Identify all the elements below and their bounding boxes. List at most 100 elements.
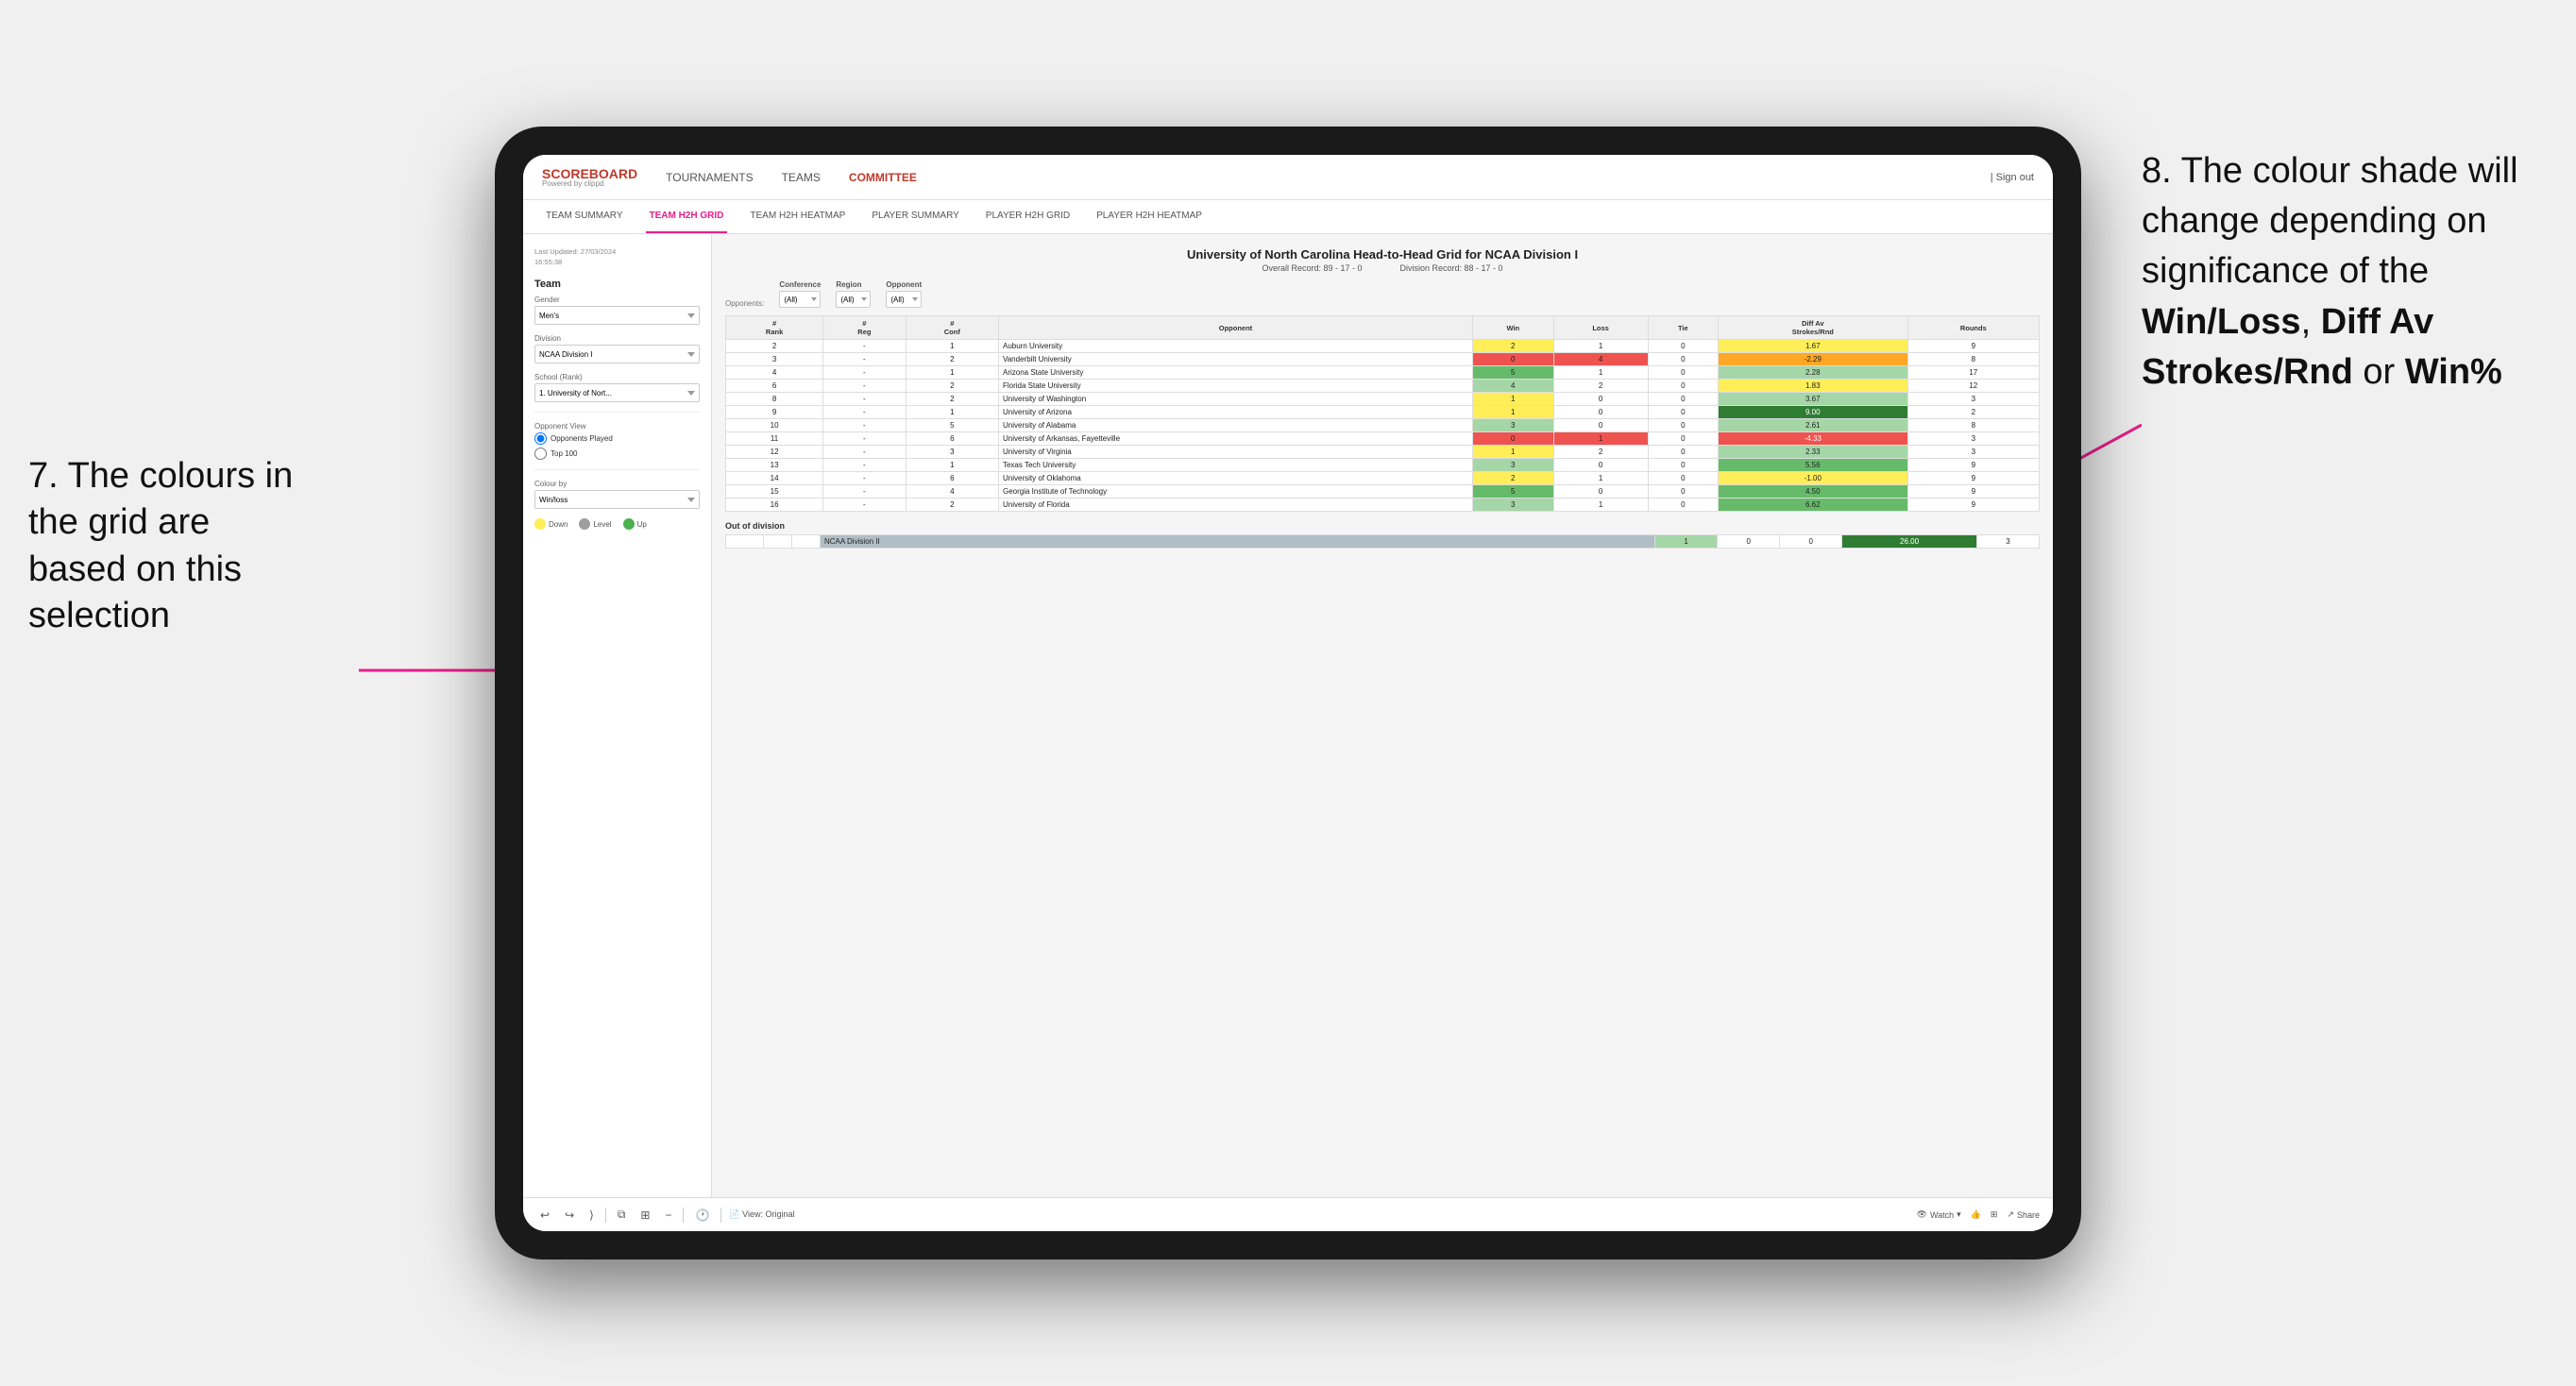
ood-rounds: 3 xyxy=(1976,535,2039,549)
nav-item-tournaments[interactable]: TOURNAMENTS xyxy=(666,171,753,184)
cell-loss: 0 xyxy=(1553,393,1648,406)
cell-rounds: 9 xyxy=(1907,485,2039,499)
share-btn[interactable]: ↗ Share xyxy=(2007,1209,2040,1220)
legend-level: Level xyxy=(579,518,611,530)
cell-tie: 0 xyxy=(1648,419,1718,432)
divider-2 xyxy=(534,469,700,470)
redo-btn[interactable]: ↪ xyxy=(561,1207,578,1224)
team-section-title: Team xyxy=(534,279,700,290)
cell-rounds: 9 xyxy=(1907,459,2039,472)
sub-nav-player-summary[interactable]: PLAYER SUMMARY xyxy=(868,200,962,233)
cell-rank: 9 xyxy=(726,406,823,419)
table-row: 12 - 3 University of Virginia 1 2 0 2.33… xyxy=(726,446,2040,459)
sign-out-link[interactable]: | Sign out xyxy=(1991,172,2034,183)
cell-rank: 6 xyxy=(726,380,823,393)
conference-select[interactable]: (All) xyxy=(779,291,821,308)
cell-rounds: 8 xyxy=(1907,353,2039,366)
conference-filter: Conference (All) xyxy=(779,280,821,308)
cell-rank: 14 xyxy=(726,472,823,485)
view-label: 📄 View: Original xyxy=(729,1209,794,1220)
copy-btn[interactable]: ⧉ xyxy=(614,1206,630,1224)
cell-rounds: 3 xyxy=(1907,446,2039,459)
sub-nav-team-summary[interactable]: TEAM SUMMARY xyxy=(542,200,627,233)
cell-conf: 1 xyxy=(906,459,998,472)
nav-item-teams[interactable]: TEAMS xyxy=(782,171,821,184)
cell-loss: 2 xyxy=(1553,380,1648,393)
cell-diff: 1.67 xyxy=(1718,340,1907,353)
region-select[interactable]: (All) xyxy=(836,291,871,308)
opponent-select[interactable]: (All) xyxy=(886,291,922,308)
colour-by-select[interactable]: Win/loss xyxy=(534,490,700,509)
nav-bar: SCOREBOARD Powered by clippd TOURNAMENTS… xyxy=(523,155,2053,200)
cell-diff: 1.83 xyxy=(1718,380,1907,393)
cell-loss: 1 xyxy=(1553,432,1648,446)
cell-conf: 2 xyxy=(906,380,998,393)
minus-btn[interactable]: − xyxy=(661,1207,675,1224)
cell-reg: - xyxy=(823,419,906,432)
cell-loss: 0 xyxy=(1553,459,1648,472)
cell-opponent: University of Washington xyxy=(998,393,1472,406)
opponent-view-label: Opponent View xyxy=(534,422,700,431)
cell-reg: - xyxy=(823,472,906,485)
col-opponent: Opponent xyxy=(998,316,1472,340)
cell-win: 2 xyxy=(1472,472,1553,485)
annotation-right-text: 8. The colour shade will change dependin… xyxy=(2142,146,2557,397)
cell-rank: 4 xyxy=(726,366,823,380)
cell-rank: 15 xyxy=(726,485,823,499)
cell-tie: 0 xyxy=(1648,446,1718,459)
grid-title: University of North Carolina Head-to-Hea… xyxy=(725,247,2040,262)
nav-item-committee[interactable]: COMMITTEE xyxy=(849,171,917,184)
cell-rounds: 8 xyxy=(1907,419,2039,432)
ood-rank xyxy=(726,535,764,549)
sub-nav-player-h2h-grid[interactable]: PLAYER H2H GRID xyxy=(982,200,1074,233)
cell-opponent: University of Arkansas, Fayetteville xyxy=(998,432,1472,446)
cell-tie: 0 xyxy=(1648,472,1718,485)
legend-row: Down Level Up xyxy=(534,518,700,530)
paste-btn[interactable]: ⊞ xyxy=(636,1207,653,1224)
cell-opponent: Georgia Institute of Technology xyxy=(998,485,1472,499)
radio-top100[interactable]: Top 100 xyxy=(534,448,700,460)
cell-rank: 13 xyxy=(726,459,823,472)
legend-up-dot xyxy=(623,518,635,530)
grid-btn[interactable]: ⊞ xyxy=(1991,1209,1998,1220)
watch-btn[interactable]: 👁 Watch ▾ xyxy=(1917,1209,1961,1220)
annotation-left-text: 7. The colours in the grid are based on … xyxy=(28,453,302,640)
school-select[interactable]: 1. University of Nort... xyxy=(534,383,700,402)
cell-loss: 0 xyxy=(1553,406,1648,419)
cell-tie: 0 xyxy=(1648,432,1718,446)
cell-loss: 2 xyxy=(1553,446,1648,459)
cell-reg: - xyxy=(823,446,906,459)
cell-conf: 2 xyxy=(906,353,998,366)
cell-reg: - xyxy=(823,485,906,499)
table-row: 11 - 6 University of Arkansas, Fayettevi… xyxy=(726,432,2040,446)
cell-win: 1 xyxy=(1472,446,1553,459)
sub-nav-player-h2h-heatmap[interactable]: PLAYER H2H HEATMAP xyxy=(1093,200,1206,233)
gender-select[interactable]: Men's xyxy=(534,306,700,325)
forward-btn[interactable]: ⟩ xyxy=(585,1207,598,1224)
out-of-division-row: NCAA Division II 1 0 0 26.00 3 xyxy=(726,535,2040,549)
radio-opponents-played[interactable]: Opponents Played xyxy=(534,432,700,445)
cell-diff: -2.29 xyxy=(1718,353,1907,366)
cell-diff: -1.00 xyxy=(1718,472,1907,485)
thumbs-btn[interactable]: 👍 xyxy=(1971,1209,1981,1220)
sub-nav-team-h2h-heatmap[interactable]: TEAM H2H HEATMAP xyxy=(746,200,849,233)
cell-tie: 0 xyxy=(1648,459,1718,472)
col-diff: Diff AvStrokes/Rnd xyxy=(1718,316,1907,340)
cell-opponent: Auburn University xyxy=(998,340,1472,353)
cell-tie: 0 xyxy=(1648,393,1718,406)
table-row: 8 - 2 University of Washington 1 0 0 3.6… xyxy=(726,393,2040,406)
sub-nav-team-h2h-grid[interactable]: TEAM H2H GRID xyxy=(646,200,728,233)
clock-btn[interactable]: 🕐 xyxy=(691,1207,713,1224)
cell-reg: - xyxy=(823,393,906,406)
cell-tie: 0 xyxy=(1648,340,1718,353)
toolbar-divider-3 xyxy=(720,1208,721,1223)
cell-diff: 6.62 xyxy=(1718,499,1907,512)
division-select[interactable]: NCAA Division I xyxy=(534,345,700,363)
gender-field: Gender Men's xyxy=(534,296,700,325)
grid-subtitle: Overall Record: 89 - 17 - 0 Division Rec… xyxy=(725,263,2040,273)
cell-diff: 2.28 xyxy=(1718,366,1907,380)
opponent-filter: Opponent (All) xyxy=(886,280,922,308)
school-label: School (Rank) xyxy=(534,373,700,381)
out-of-division-table: NCAA Division II 1 0 0 26.00 3 xyxy=(725,534,2040,549)
undo-btn[interactable]: ↩ xyxy=(536,1207,553,1224)
